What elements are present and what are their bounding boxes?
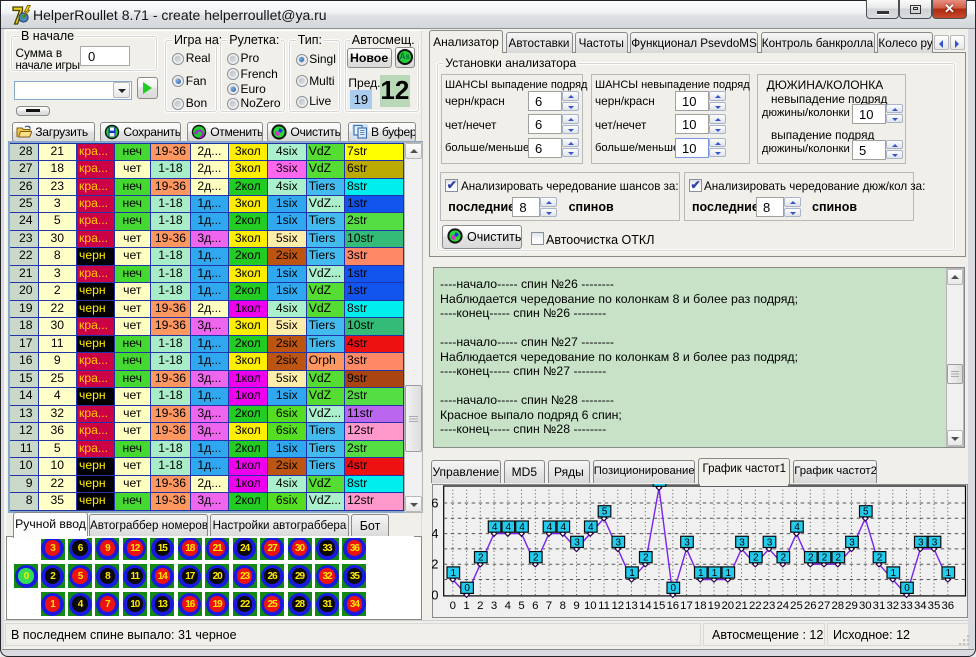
svg-text:4: 4 bbox=[588, 522, 594, 533]
svg-text:0: 0 bbox=[464, 583, 470, 594]
svg-text:4: 4 bbox=[506, 522, 512, 533]
svg-text:6: 6 bbox=[432, 496, 439, 511]
svg-text:19: 19 bbox=[708, 600, 721, 612]
svg-text:36: 36 bbox=[941, 600, 954, 612]
svg-text:32: 32 bbox=[886, 600, 899, 612]
svg-text:7: 7 bbox=[546, 600, 552, 612]
svg-text:2: 2 bbox=[533, 553, 539, 564]
svg-text:28: 28 bbox=[831, 600, 844, 612]
svg-text:2: 2 bbox=[781, 553, 787, 564]
svg-text:4: 4 bbox=[432, 526, 439, 541]
svg-text:17: 17 bbox=[680, 600, 693, 612]
svg-text:8: 8 bbox=[560, 600, 566, 612]
svg-text:25: 25 bbox=[790, 600, 803, 612]
svg-text:4: 4 bbox=[794, 522, 800, 533]
svg-text:2: 2 bbox=[753, 553, 759, 564]
svg-text:3: 3 bbox=[739, 537, 745, 548]
svg-text:31: 31 bbox=[873, 600, 886, 612]
svg-text:4: 4 bbox=[519, 522, 525, 533]
svg-text:0: 0 bbox=[904, 583, 910, 594]
svg-text:29: 29 bbox=[845, 600, 858, 612]
svg-text:4: 4 bbox=[547, 522, 553, 533]
svg-text:0: 0 bbox=[671, 583, 677, 594]
svg-text:16: 16 bbox=[666, 600, 679, 612]
svg-text:1: 1 bbox=[891, 568, 897, 579]
svg-text:15: 15 bbox=[653, 600, 666, 612]
svg-text:2: 2 bbox=[478, 553, 484, 564]
svg-text:12: 12 bbox=[611, 600, 624, 612]
svg-text:5: 5 bbox=[863, 507, 869, 518]
svg-text:7: 7 bbox=[657, 484, 663, 487]
svg-text:26: 26 bbox=[804, 600, 817, 612]
svg-text:3: 3 bbox=[849, 537, 855, 548]
svg-text:2: 2 bbox=[432, 557, 439, 572]
svg-text:5: 5 bbox=[518, 600, 524, 612]
svg-text:21: 21 bbox=[735, 600, 748, 612]
svg-text:1: 1 bbox=[698, 568, 704, 579]
svg-text:18: 18 bbox=[694, 600, 707, 612]
svg-text:9: 9 bbox=[573, 600, 579, 612]
svg-text:5: 5 bbox=[602, 507, 608, 518]
svg-text:20: 20 bbox=[721, 600, 734, 612]
svg-text:0: 0 bbox=[432, 587, 439, 602]
svg-text:3: 3 bbox=[491, 600, 497, 612]
svg-text:4: 4 bbox=[492, 522, 498, 533]
svg-text:14: 14 bbox=[639, 600, 652, 612]
svg-text:35: 35 bbox=[928, 600, 941, 612]
svg-text:1: 1 bbox=[629, 568, 635, 579]
svg-text:34: 34 bbox=[914, 600, 927, 612]
svg-text:3: 3 bbox=[932, 537, 938, 548]
svg-text:6: 6 bbox=[532, 600, 538, 612]
svg-text:3: 3 bbox=[616, 537, 622, 548]
svg-text:11: 11 bbox=[598, 600, 610, 612]
svg-text:3: 3 bbox=[574, 537, 580, 548]
svg-text:23: 23 bbox=[763, 600, 776, 612]
svg-text:1: 1 bbox=[712, 568, 718, 579]
svg-text:2: 2 bbox=[822, 553, 828, 564]
svg-text:1: 1 bbox=[726, 568, 732, 579]
svg-text:1: 1 bbox=[451, 568, 457, 579]
svg-text:2: 2 bbox=[836, 553, 842, 564]
svg-text:2: 2 bbox=[477, 600, 483, 612]
svg-text:0: 0 bbox=[450, 600, 456, 612]
svg-text:22: 22 bbox=[749, 600, 762, 612]
svg-text:27: 27 bbox=[818, 600, 831, 612]
svg-text:3: 3 bbox=[684, 537, 690, 548]
svg-text:3: 3 bbox=[918, 537, 924, 548]
svg-text:24: 24 bbox=[776, 600, 789, 612]
svg-text:33: 33 bbox=[900, 600, 913, 612]
svg-text:2: 2 bbox=[643, 553, 649, 564]
svg-text:4: 4 bbox=[561, 522, 567, 533]
svg-text:2: 2 bbox=[877, 553, 883, 564]
svg-text:1: 1 bbox=[463, 600, 469, 612]
svg-text:10: 10 bbox=[584, 600, 597, 612]
svg-text:13: 13 bbox=[625, 600, 638, 612]
svg-text:2: 2 bbox=[808, 553, 814, 564]
svg-text:1: 1 bbox=[946, 568, 952, 579]
svg-text:3: 3 bbox=[767, 537, 773, 548]
svg-text:30: 30 bbox=[859, 600, 872, 612]
svg-text:4: 4 bbox=[505, 600, 511, 612]
